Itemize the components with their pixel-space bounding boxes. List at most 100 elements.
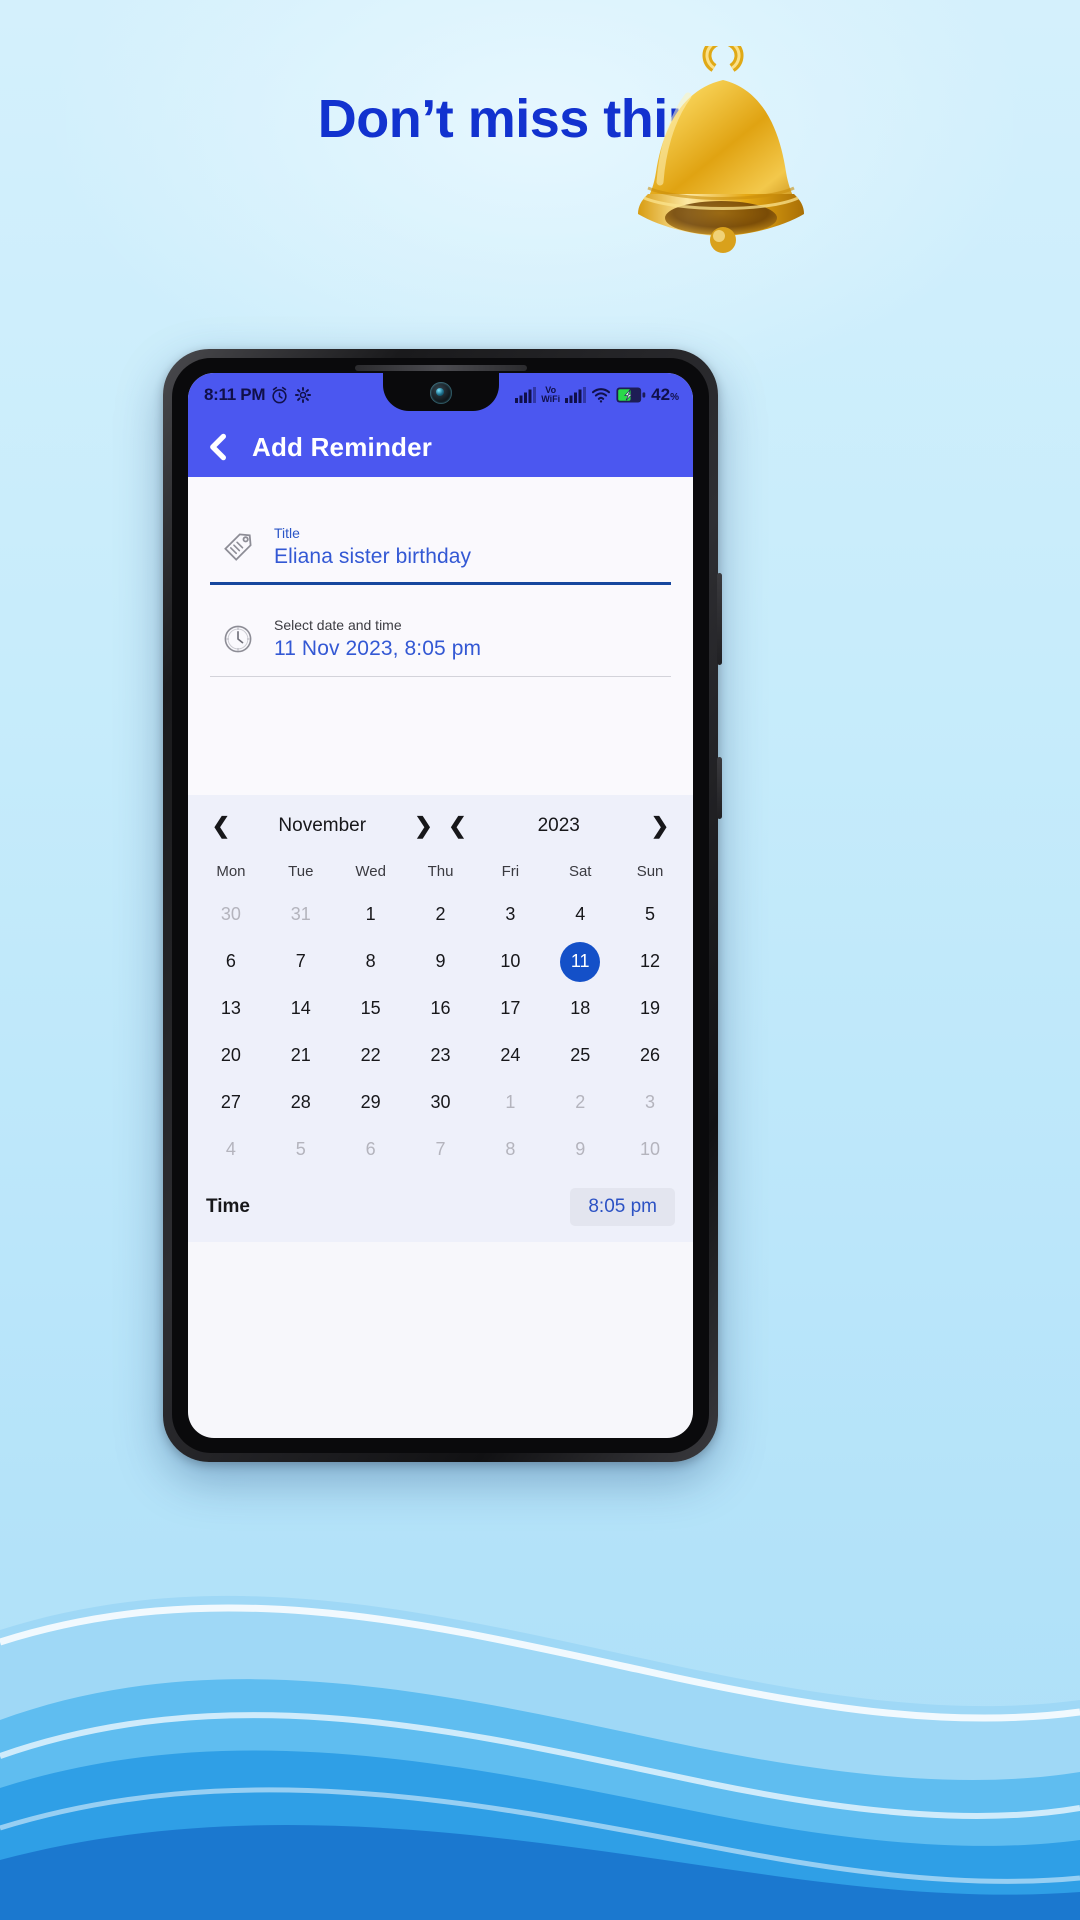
calendar-day[interactable]: 30 bbox=[406, 1080, 476, 1125]
signal-bars-icon bbox=[515, 387, 537, 403]
calendar-day-number: 1 bbox=[365, 904, 376, 924]
phone-mockup: 8:11 PM Vo WiFi 42% Add Reminder Title E… bbox=[163, 349, 722, 1462]
calendar-day[interactable]: 19 bbox=[615, 986, 685, 1031]
prev-year-button[interactable]: ❮ bbox=[441, 813, 475, 839]
weekday-label: Fri bbox=[501, 863, 520, 880]
weekday-label: Sat bbox=[568, 863, 592, 880]
calendar-day-number: 4 bbox=[225, 1139, 236, 1159]
calendar-day[interactable]: 30 bbox=[196, 892, 266, 937]
datetime-field[interactable]: Select date and time 11 Nov 2023, 8:05 p… bbox=[210, 609, 671, 670]
battery-charging-icon bbox=[616, 387, 646, 403]
signal-bars-icon bbox=[565, 387, 587, 403]
vowifi-indicator: Vo WiFi bbox=[541, 386, 560, 404]
calendar-day[interactable]: 6 bbox=[336, 1127, 406, 1172]
calendar-day-number: 9 bbox=[435, 951, 446, 971]
calendar-day[interactable]: 18 bbox=[545, 986, 615, 1031]
calendar-day-number: 3 bbox=[645, 1092, 656, 1112]
next-month-button[interactable]: ❯ bbox=[407, 813, 441, 839]
calendar-day[interactable]: 29 bbox=[336, 1080, 406, 1125]
calendar-day-number: 6 bbox=[365, 1139, 376, 1159]
vowifi-line2: WiFi bbox=[541, 394, 561, 404]
calendar-day[interactable]: 5 bbox=[266, 1127, 336, 1172]
calendar-day[interactable]: 14 bbox=[266, 986, 336, 1031]
calendar-day[interactable]: 8 bbox=[336, 939, 406, 984]
calendar-day[interactable]: 9 bbox=[406, 939, 476, 984]
calendar-day-number: 15 bbox=[360, 998, 381, 1018]
calendar-day[interactable]: 3 bbox=[615, 1080, 685, 1125]
gear-icon bbox=[295, 386, 312, 404]
weekday-label: Mon bbox=[216, 863, 246, 880]
calendar-day[interactable]: 23 bbox=[406, 1033, 476, 1078]
calendar-day[interactable]: 24 bbox=[475, 1033, 545, 1078]
current-month-label: November bbox=[278, 815, 367, 836]
calendar-day[interactable]: 20 bbox=[196, 1033, 266, 1078]
title-field-underline bbox=[210, 582, 671, 585]
volume-button[interactable] bbox=[717, 573, 722, 665]
calendar-day-number: 2 bbox=[575, 1092, 586, 1112]
calendar-day-number: 21 bbox=[290, 1045, 311, 1065]
datetime-field-value: 11 Nov 2023, 8:05 pm bbox=[274, 637, 482, 660]
calendar-day[interactable]: 22 bbox=[336, 1033, 406, 1078]
calendar-day[interactable]: 17 bbox=[475, 986, 545, 1031]
calendar-day[interactable]: 15 bbox=[336, 986, 406, 1031]
calendar-day[interactable]: 9 bbox=[545, 1127, 615, 1172]
calendar-day-number: 23 bbox=[430, 1045, 451, 1065]
calendar-day[interactable]: 25 bbox=[545, 1033, 615, 1078]
time-label: Time bbox=[206, 1196, 251, 1217]
calendar-day[interactable]: 8 bbox=[475, 1127, 545, 1172]
calendar-day-number: 7 bbox=[295, 951, 306, 971]
calendar-day-number: 10 bbox=[640, 1139, 661, 1159]
current-year-label: 2023 bbox=[537, 815, 580, 836]
calendar-day[interactable]: 3 bbox=[475, 892, 545, 937]
back-chevron-icon[interactable] bbox=[204, 432, 234, 462]
calendar-day[interactable]: 12 bbox=[615, 939, 685, 984]
calendar-day-number: 13 bbox=[220, 998, 241, 1018]
calendar-day-number: 17 bbox=[500, 998, 521, 1018]
calendar-day[interactable]: 1 bbox=[475, 1080, 545, 1125]
weekday-label: Sun bbox=[636, 863, 664, 880]
calendar-navigation: ❮ November ❯ ❮ 2023 ❯ bbox=[188, 795, 693, 857]
wifi-icon bbox=[592, 388, 611, 403]
calendar-day[interactable]: 7 bbox=[266, 939, 336, 984]
calendar-day[interactable]: 10 bbox=[475, 939, 545, 984]
calendar-day-number: 25 bbox=[570, 1045, 591, 1065]
calendar-day-number: 18 bbox=[570, 998, 591, 1018]
calendar-day[interactable]: 4 bbox=[545, 892, 615, 937]
calendar-day[interactable]: 31 bbox=[266, 892, 336, 937]
calendar-day[interactable]: 7 bbox=[406, 1127, 476, 1172]
year-selector: ❮ 2023 ❯ bbox=[441, 813, 678, 839]
calendar-day-selected[interactable]: 11 bbox=[545, 939, 615, 984]
title-field[interactable]: Title Eliana sister birthday bbox=[210, 517, 671, 578]
calendar-day[interactable]: 13 bbox=[196, 986, 266, 1031]
calendar-day[interactable]: 27 bbox=[196, 1080, 266, 1125]
calendar-day-number: 3 bbox=[505, 904, 516, 924]
date-picker: ❮ November ❯ ❮ 2023 ❯ Mon Tue Wed Thu Fri Sat… bbox=[188, 795, 693, 1242]
prev-month-button[interactable]: ❮ bbox=[204, 813, 238, 839]
calendar-day[interactable]: 5 bbox=[615, 892, 685, 937]
calendar-day[interactable]: 16 bbox=[406, 986, 476, 1031]
calendar-day[interactable]: 28 bbox=[266, 1080, 336, 1125]
calendar-day[interactable]: 21 bbox=[266, 1033, 336, 1078]
next-year-button[interactable]: ❯ bbox=[643, 813, 677, 839]
bell-emoji-icon bbox=[638, 46, 804, 253]
calendar-day-number: 5 bbox=[645, 904, 656, 924]
calendar-day-number: 7 bbox=[435, 1139, 446, 1159]
status-bar-right: Vo WiFi 42% bbox=[515, 385, 679, 405]
calendar-day[interactable]: 1 bbox=[336, 892, 406, 937]
calendar-day-number: 22 bbox=[360, 1045, 381, 1065]
calendar-day-number: 28 bbox=[290, 1092, 311, 1112]
calendar-day[interactable]: 10 bbox=[615, 1127, 685, 1172]
calendar-day[interactable]: 2 bbox=[406, 892, 476, 937]
calendar-day[interactable]: 6 bbox=[196, 939, 266, 984]
time-value-chip[interactable]: 8:05 pm bbox=[570, 1188, 675, 1226]
app-bar: Add Reminder bbox=[188, 417, 693, 477]
phone-screen: 8:11 PM Vo WiFi 42% Add Reminder Title E… bbox=[188, 373, 693, 1438]
calendar-day[interactable]: 2 bbox=[545, 1080, 615, 1125]
datetime-field-underline bbox=[210, 676, 671, 677]
promo-headline: Don’t miss things bbox=[317, 89, 763, 149]
power-button[interactable] bbox=[717, 757, 722, 819]
calendar-day[interactable]: 26 bbox=[615, 1033, 685, 1078]
calendar-grid: 30 31 1 2 3 4 5 6 7 8 9 10 11 12 13 14 15 16 17 18 19 20 21 22 2… bbox=[188, 892, 693, 1172]
weekday-label: Tue bbox=[288, 863, 314, 880]
calendar-day[interactable]: 4 bbox=[196, 1127, 266, 1172]
